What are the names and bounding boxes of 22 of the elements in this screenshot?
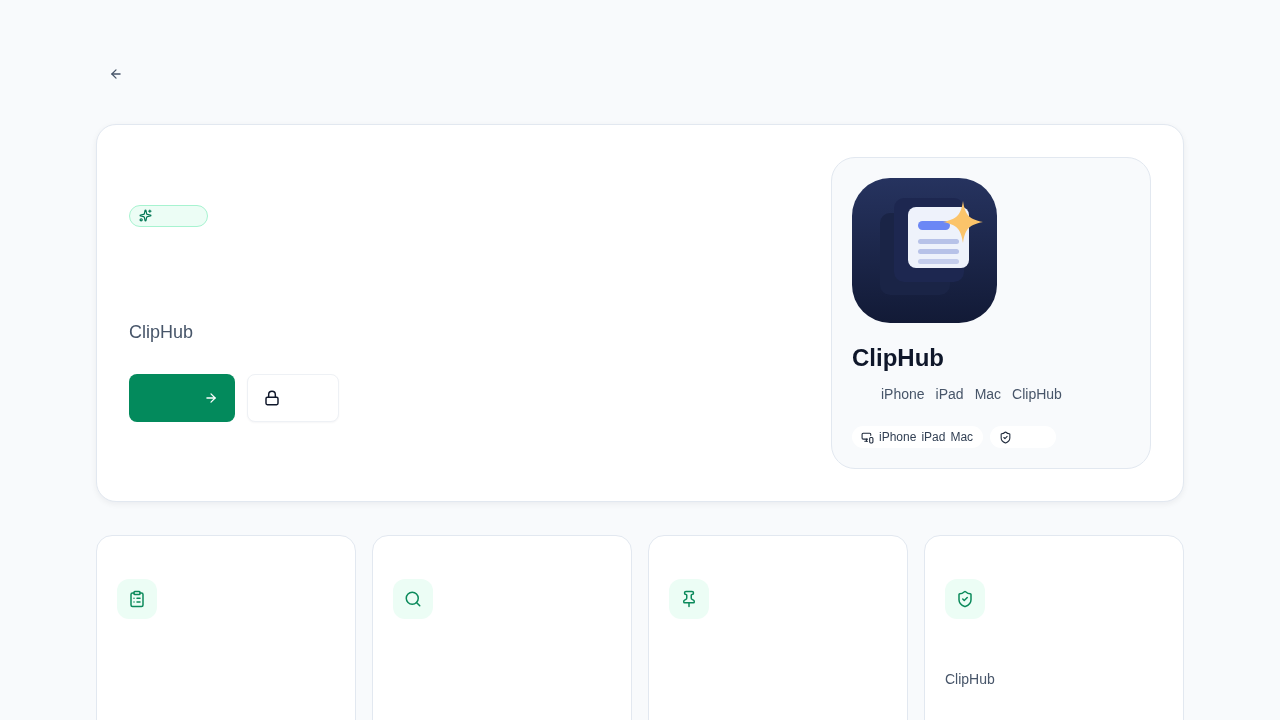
- pushpin-icon: [669, 579, 709, 619]
- primary-button[interactable]: [129, 373, 235, 422]
- app-icon: [852, 178, 997, 323]
- sparkles-icon: [139, 209, 152, 222]
- chip-label: Mac: [950, 429, 974, 445]
- search-icon: [393, 579, 433, 619]
- app-subtitle-text: iPhone: [881, 385, 925, 404]
- shield-check-icon: [945, 579, 985, 619]
- secondary-button[interactable]: [247, 373, 339, 422]
- app-subtitle-text: iPad: [935, 385, 964, 404]
- app-subtitle-text: ClipHub: [1012, 385, 1062, 404]
- feature-text: ClipHub: [945, 670, 995, 689]
- app-subtitle-text: Mac: [974, 385, 1002, 404]
- monitor-phone-icon: [861, 430, 874, 444]
- chip-label: iPad: [921, 429, 946, 445]
- tagline: ClipHub: [129, 320, 194, 344]
- chip-label: iPhone: [879, 429, 917, 445]
- clipboard-list-icon: [117, 579, 157, 619]
- lock-icon: [264, 389, 280, 406]
- app-name: ClipHub: [852, 343, 944, 373]
- arrow-right-icon: [204, 390, 218, 405]
- shield-check-icon: [999, 430, 1013, 444]
